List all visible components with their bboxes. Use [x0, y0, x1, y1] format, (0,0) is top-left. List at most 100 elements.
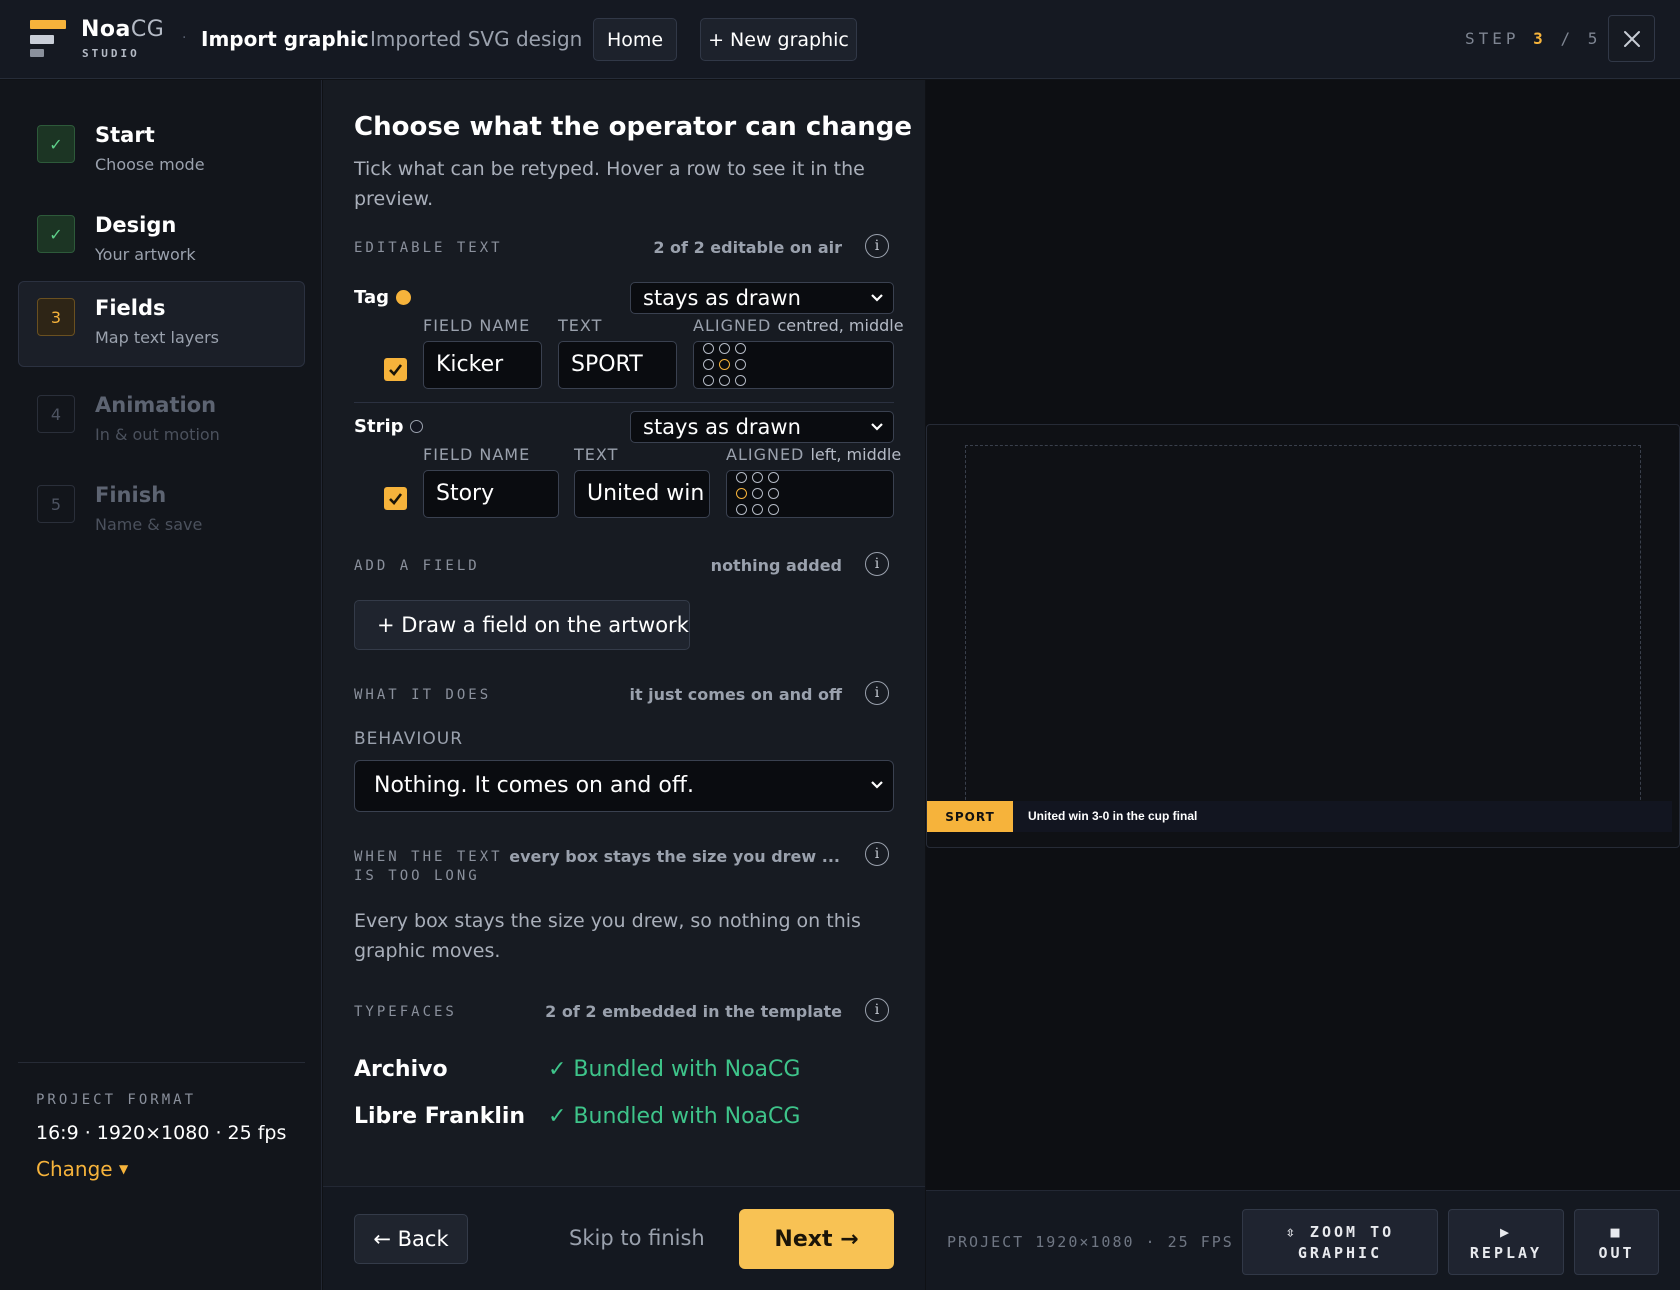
replay-button[interactable]: ▶ REPLAY — [1448, 1209, 1564, 1275]
info-icon[interactable]: i — [865, 998, 889, 1022]
sidebar-item-subtitle: Choose mode — [95, 155, 205, 174]
project-format-label: PROJECT FORMAT — [36, 1092, 197, 1108]
align-top-center[interactable] — [752, 472, 763, 483]
typeface-status: ✓ Bundled with NoaCG — [548, 1057, 801, 1082]
behaviour-label: BEHAVIOUR — [354, 729, 464, 749]
align-middle-center[interactable] — [752, 488, 763, 499]
field-name-label: FIELD NAME — [423, 445, 531, 464]
layer-color-dot — [410, 420, 423, 433]
align-middle-left[interactable] — [703, 359, 714, 370]
check-icon: ✓ — [37, 125, 75, 163]
align-bottom-left[interactable] — [703, 375, 714, 386]
aligned-label: ALIGNED left, middle — [726, 445, 902, 464]
layer-color-dot — [396, 290, 411, 305]
alignment-grid[interactable] — [726, 470, 894, 518]
align-middle-right[interactable] — [735, 359, 746, 370]
typeface-name: Archivo — [354, 1057, 448, 1082]
brand-sub: STUDIO — [82, 47, 140, 60]
zoom-to-graphic-button[interactable]: ⇳ ZOOM TO GRAPHIC — [1242, 1209, 1438, 1275]
align-bottom-right[interactable] — [735, 375, 746, 386]
sidebar-item-start[interactable]: ✓ Start Choose mode — [18, 107, 305, 193]
section-label: WHAT IT DOES — [354, 687, 492, 703]
align-bottom-center[interactable] — [719, 375, 730, 386]
separator-dot: · — [182, 30, 187, 46]
page-title: Import graphic — [201, 27, 369, 51]
sidebar-item-subtitle: Name & save — [95, 515, 203, 534]
caret-down-icon: ▼ — [118, 1162, 129, 1176]
align-top-center[interactable] — [719, 343, 730, 354]
sidebar-item-finish[interactable]: 5 Finish Name & save — [18, 467, 305, 553]
align-middle-left[interactable] — [736, 488, 747, 499]
project-info: PROJECT 1920×1080 · 25 FPS — [947, 1233, 1234, 1251]
separator-dot: · — [359, 30, 364, 46]
field-name-input[interactable]: Kicker — [423, 341, 542, 389]
project-format-value: 16:9 · 1920×1080 · 25 fps — [36, 1122, 287, 1144]
align-top-right[interactable] — [735, 343, 746, 354]
close-icon — [1623, 30, 1640, 47]
sidebar-item-title: Design — [95, 213, 177, 237]
section-meta: nothing added — [710, 556, 842, 575]
chevron-down-icon — [871, 423, 883, 431]
text-input[interactable]: United win — [574, 470, 710, 518]
skip-to-finish-link[interactable]: Skip to finish — [569, 1226, 705, 1250]
info-icon[interactable]: i — [865, 842, 889, 866]
stop-icon: ■ — [1610, 1223, 1623, 1241]
align-bottom-right[interactable] — [768, 504, 779, 515]
layer-name: Tag — [354, 287, 389, 308]
info-icon[interactable]: i — [865, 234, 889, 258]
alignment-grid[interactable] — [693, 341, 894, 389]
editable-checkbox[interactable] — [384, 487, 407, 510]
lower-third-text[interactable]: United win 3-0 in the cup final — [1028, 809, 1197, 823]
divider — [354, 402, 894, 403]
info-icon[interactable]: i — [865, 552, 889, 576]
align-middle-center[interactable] — [719, 359, 730, 370]
align-top-left[interactable] — [736, 472, 747, 483]
page-subtitle: Imported SVG design — [370, 27, 583, 51]
align-middle-right[interactable] — [768, 488, 779, 499]
next-button[interactable]: Next → — [739, 1209, 894, 1269]
section-label: TYPEFACES — [354, 1004, 457, 1020]
sidebar-item-fields[interactable]: 3 Fields Map text layers — [18, 281, 305, 367]
divider — [18, 1062, 305, 1063]
fit-mode-select[interactable]: stays as drawn — [630, 411, 894, 443]
sidebar-item-title: Fields — [95, 296, 166, 320]
info-icon[interactable]: i — [865, 681, 889, 705]
section-label: EDITABLE TEXT — [354, 240, 503, 256]
step-number-badge: 3 — [37, 298, 75, 336]
section-label: ADD A FIELD — [354, 558, 480, 574]
section-meta: it just comes on and off — [629, 685, 842, 704]
out-button[interactable]: ■ OUT — [1574, 1209, 1659, 1275]
section-label: WHEN THE TEXT IS TOO LONG — [354, 849, 503, 884]
align-top-left[interactable] — [703, 343, 714, 354]
draw-field-button[interactable]: + Draw a field on the artwork — [354, 600, 690, 650]
editable-checkbox[interactable] — [384, 358, 407, 381]
text-label: TEXT — [574, 445, 619, 464]
align-top-right[interactable] — [768, 472, 779, 483]
lower-third-tag[interactable]: SPORT — [927, 801, 1013, 832]
home-button[interactable]: Home — [593, 18, 677, 61]
back-button[interactable]: ← Back — [354, 1214, 468, 1264]
check-icon — [389, 364, 403, 376]
sidebar-item-subtitle: Map text layers — [95, 328, 219, 347]
align-bottom-left[interactable] — [736, 504, 747, 515]
step-number-badge: 5 — [37, 485, 75, 523]
section-meta: 2 of 2 editable on air — [653, 238, 842, 257]
text-label: TEXT — [558, 316, 603, 335]
sidebar-item-design[interactable]: ✓ Design Your artwork — [18, 197, 305, 283]
close-button[interactable] — [1608, 15, 1655, 62]
text-input[interactable]: SPORT — [558, 341, 677, 389]
new-graphic-button[interactable]: + New graphic — [700, 18, 857, 61]
field-name-input[interactable]: Story — [423, 470, 559, 518]
typeface-status: ✓ Bundled with NoaCG — [548, 1104, 801, 1129]
sidebar-item-animation[interactable]: 4 Animation In & out motion — [18, 377, 305, 463]
brand-name: NoaCG — [81, 17, 165, 42]
section-meta: 2 of 2 embedded in the template — [545, 1002, 842, 1021]
noacg-logo-icon — [30, 20, 66, 58]
align-bottom-center[interactable] — [752, 504, 763, 515]
fit-mode-select[interactable]: stays as drawn — [630, 282, 894, 314]
sidebar-item-title: Animation — [95, 393, 217, 417]
chevron-down-icon — [871, 294, 883, 302]
panel-lead: Tick what can be retyped. Hover a row to… — [354, 158, 865, 210]
behaviour-select[interactable]: Nothing. It comes on and off. — [354, 760, 894, 812]
change-format-button[interactable]: Change ▼ — [36, 1157, 128, 1181]
